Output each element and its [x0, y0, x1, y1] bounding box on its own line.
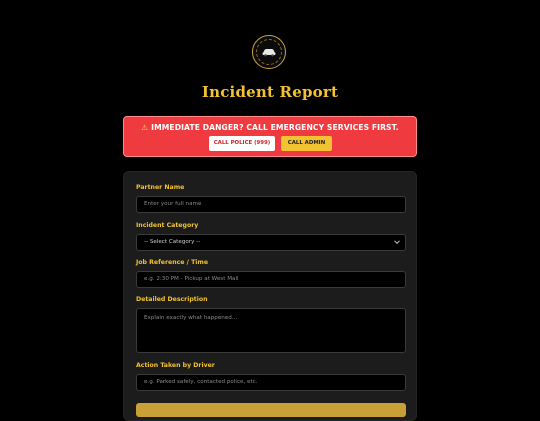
emergency-alert: ⚠ IMMEDIATE DANGER? CALL EMERGENCY SERVIC…: [123, 116, 417, 157]
job-reference-input[interactable]: e.g. 2:30 PM - Pickup at West Mall: [136, 271, 406, 288]
description-label: Detailed Description: [136, 296, 208, 303]
call-police-button[interactable]: CALL POLICE (999): [209, 136, 275, 151]
car-icon: [262, 49, 276, 57]
page-title: Incident Report: [201, 83, 339, 101]
warning-icon: ⚠: [141, 123, 149, 132]
partner-name-label: Partner Name: [136, 184, 185, 191]
alert-message: IMMEDIATE DANGER? CALL EMERGENCY SERVICE…: [151, 123, 399, 132]
job-reference-label: Job Reference / Time: [136, 259, 209, 266]
incident-category-select[interactable]: -- Select Category --: [136, 234, 406, 251]
logo-badge: [252, 35, 286, 69]
description-textarea[interactable]: Explain exactly what happened...: [136, 308, 406, 353]
call-admin-button[interactable]: CALL ADMIN: [281, 136, 332, 151]
incident-category-label: Incident Category: [136, 222, 199, 229]
action-taken-input[interactable]: e.g. Parked safely, contacted police, et…: [136, 374, 406, 391]
action-taken-label: Action Taken by Driver: [136, 362, 215, 369]
partner-name-input[interactable]: Enter your full name: [136, 196, 406, 213]
chevron-down-icon: [394, 240, 400, 245]
incident-form: Partner Name Enter your full name Incide…: [123, 171, 417, 421]
incident-category-value: -- Select Category --: [144, 239, 201, 245]
submit-button[interactable]: [136, 403, 406, 417]
